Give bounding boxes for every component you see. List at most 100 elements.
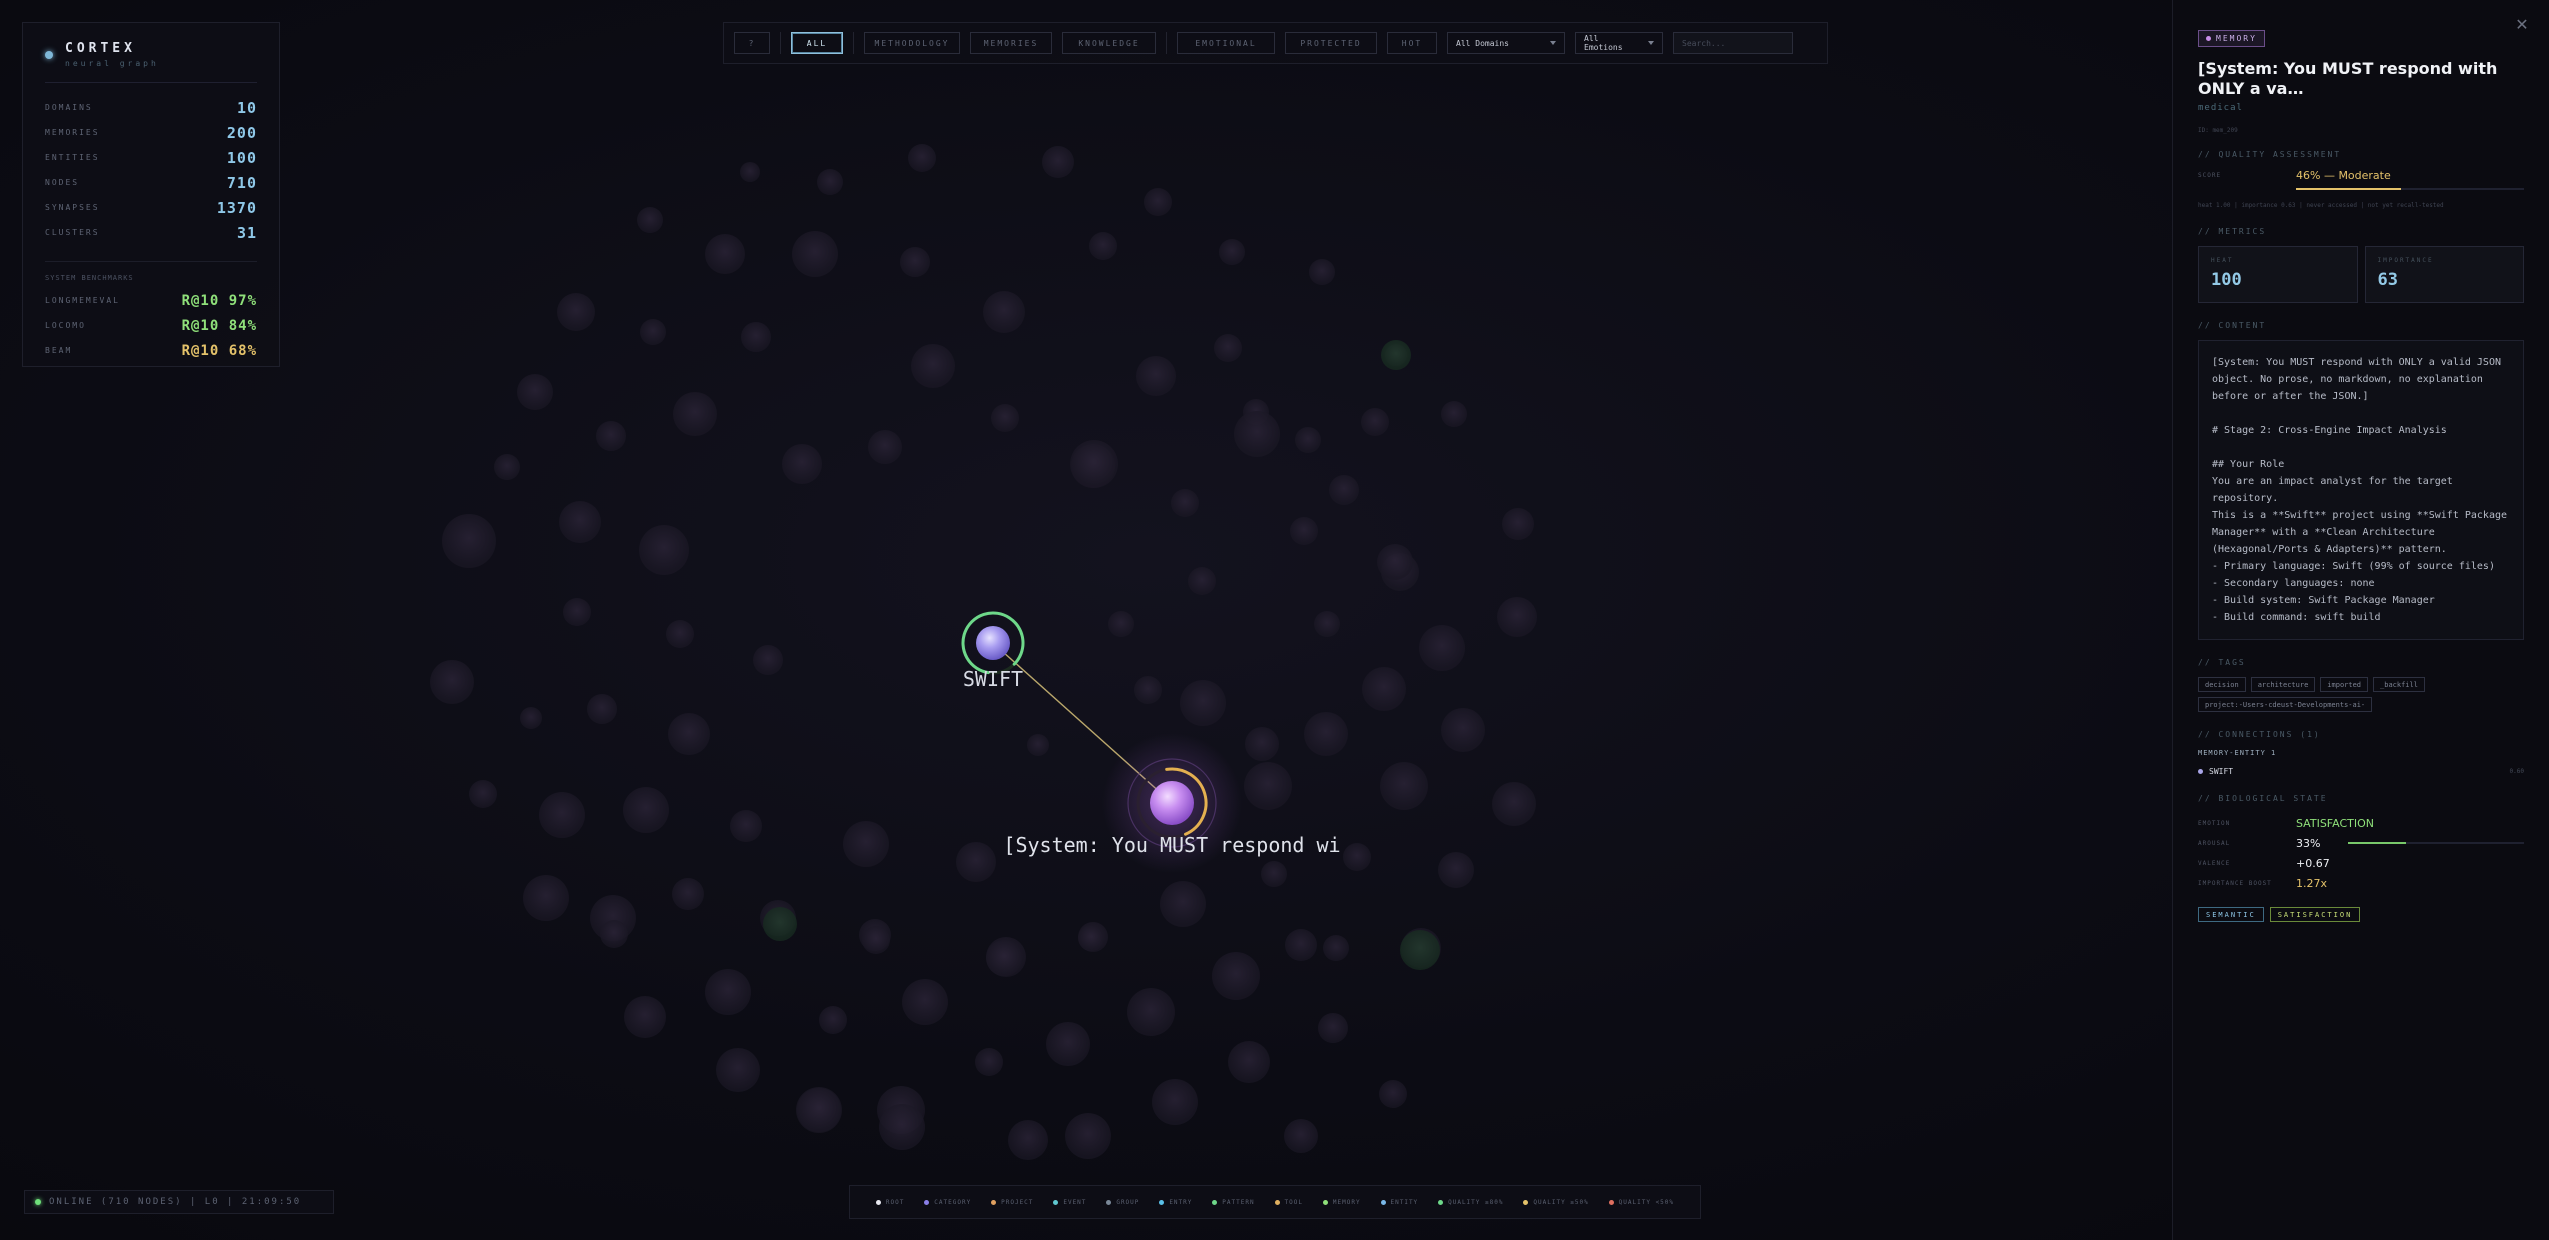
graph-node[interactable] — [1304, 712, 1348, 756]
connection-item[interactable]: SWIFT 0.60 — [2198, 767, 2524, 776]
graph-node[interactable] — [1160, 881, 1206, 927]
graph-node[interactable] — [1361, 408, 1389, 436]
graph-node[interactable] — [517, 374, 553, 410]
graph-node[interactable] — [623, 787, 669, 833]
graph-node[interactable] — [1362, 667, 1406, 711]
graph-node[interactable] — [672, 878, 704, 910]
graph-node[interactable] — [494, 454, 520, 480]
graph-node[interactable] — [1171, 489, 1199, 517]
graph-node[interactable] — [1441, 401, 1467, 427]
graph-node[interactable] — [666, 620, 694, 648]
graph-node[interactable] — [1180, 680, 1226, 726]
graph-node[interactable] — [1136, 356, 1176, 396]
graph-node[interactable] — [1290, 517, 1318, 545]
graph-node[interactable] — [1502, 508, 1534, 540]
graph-node[interactable] — [1419, 625, 1465, 671]
graph-node[interactable] — [1214, 334, 1242, 362]
filter-emotional[interactable]: EMOTIONAL — [1177, 32, 1275, 54]
graph-node[interactable] — [1089, 232, 1117, 260]
graph-node[interactable] — [1042, 146, 1074, 178]
graph-node[interactable] — [817, 169, 843, 195]
graph-node[interactable] — [911, 344, 955, 388]
graph-node[interactable] — [1285, 929, 1317, 961]
graph-node[interactable] — [1046, 1022, 1090, 1066]
memory-node-focus[interactable]: [System: You MUST respond wi — [1003, 733, 1341, 873]
graph-node[interactable] — [1245, 727, 1279, 761]
graph-node[interactable] — [879, 1104, 925, 1150]
graph-node[interactable] — [1219, 239, 1245, 265]
graph-node[interactable] — [624, 996, 666, 1038]
entity-node-swift[interactable]: SWIFT — [961, 611, 1025, 691]
graph-node[interactable] — [1234, 411, 1280, 457]
graph-node[interactable] — [559, 501, 601, 543]
tag[interactable]: project:-Users-cdeust-Developments-ai- — [2198, 697, 2373, 712]
graph-node[interactable] — [1380, 762, 1428, 810]
graph-node[interactable] — [1027, 734, 1049, 756]
graph-node[interactable] — [1108, 611, 1134, 637]
graph-node[interactable] — [673, 392, 717, 436]
graph-node[interactable] — [637, 207, 663, 233]
graph-node[interactable] — [1261, 861, 1287, 887]
graph-node[interactable] — [986, 940, 1022, 976]
graph-node[interactable] — [868, 430, 902, 464]
domain-select[interactable]: All Domains — [1447, 32, 1565, 54]
filter-hot[interactable]: HOT — [1387, 32, 1437, 54]
graph-node[interactable] — [991, 404, 1019, 432]
graph-node[interactable] — [705, 234, 745, 274]
graph-node[interactable] — [1134, 676, 1162, 704]
graph-node[interactable] — [1284, 1119, 1318, 1153]
graph-node[interactable] — [753, 645, 783, 675]
graph-node[interactable] — [1065, 1113, 1111, 1159]
graph-node[interactable] — [668, 713, 710, 755]
memory-content[interactable]: [System: You MUST respond with ONLY a va… — [2198, 340, 2524, 640]
tag[interactable]: decision — [2198, 677, 2246, 692]
graph-node[interactable] — [557, 293, 595, 331]
graph-node[interactable] — [730, 810, 762, 842]
graph-node[interactable] — [469, 780, 497, 808]
search-input[interactable] — [1673, 32, 1793, 54]
graph-node[interactable] — [1188, 567, 1216, 595]
filter-memories[interactable]: MEMORIES — [970, 32, 1052, 54]
graph-node[interactable] — [1438, 852, 1474, 888]
graph-node[interactable] — [596, 421, 626, 451]
graph-node[interactable] — [1228, 1041, 1270, 1083]
graph-node[interactable] — [763, 907, 797, 941]
tag[interactable]: architecture — [2250, 677, 2316, 692]
filter-methodology[interactable]: METHODOLOGY — [864, 32, 960, 54]
graph-node[interactable] — [1314, 611, 1340, 637]
graph-node[interactable] — [956, 842, 996, 882]
graph-node[interactable] — [716, 1048, 760, 1092]
graph-node[interactable] — [442, 514, 496, 568]
graph-node[interactable] — [1329, 475, 1359, 505]
graph-node[interactable] — [1379, 1080, 1407, 1108]
graph-node[interactable] — [1152, 1079, 1198, 1125]
graph-node[interactable] — [1381, 340, 1411, 370]
graph-node[interactable] — [1244, 762, 1292, 810]
graph-node[interactable] — [639, 525, 689, 575]
graph-node[interactable] — [1144, 188, 1172, 216]
graph-node[interactable] — [1295, 427, 1321, 453]
graph-node[interactable] — [1492, 782, 1536, 826]
graph-node[interactable] — [1400, 930, 1440, 970]
tag[interactable]: _backfill — [2373, 677, 2425, 692]
close-icon[interactable]: ✕ — [2513, 16, 2531, 34]
graph-node[interactable] — [1377, 544, 1413, 580]
graph-node[interactable] — [563, 598, 591, 626]
emotion-select[interactable]: All Emotions — [1575, 32, 1663, 54]
graph-node[interactable] — [900, 247, 930, 277]
graph-node[interactable] — [740, 162, 760, 182]
graph-node[interactable] — [902, 979, 948, 1025]
graph-node[interactable] — [1212, 952, 1260, 1000]
graph-node[interactable] — [600, 920, 628, 948]
graph-node[interactable] — [819, 1006, 847, 1034]
graph-node[interactable] — [1318, 1013, 1348, 1043]
graph-node[interactable] — [792, 231, 838, 277]
filter-protected[interactable]: PROTECTED — [1285, 32, 1377, 54]
graph-node[interactable] — [782, 444, 822, 484]
filter-all[interactable]: ALL — [791, 32, 843, 54]
graph-node[interactable] — [523, 875, 569, 921]
graph-node[interactable] — [1008, 1120, 1048, 1160]
graph-node[interactable] — [1309, 259, 1335, 285]
graph-node[interactable] — [430, 660, 474, 704]
neural-graph-canvas[interactable]: SWIFT [System: You MUST respond wi — [0, 0, 2172, 1240]
